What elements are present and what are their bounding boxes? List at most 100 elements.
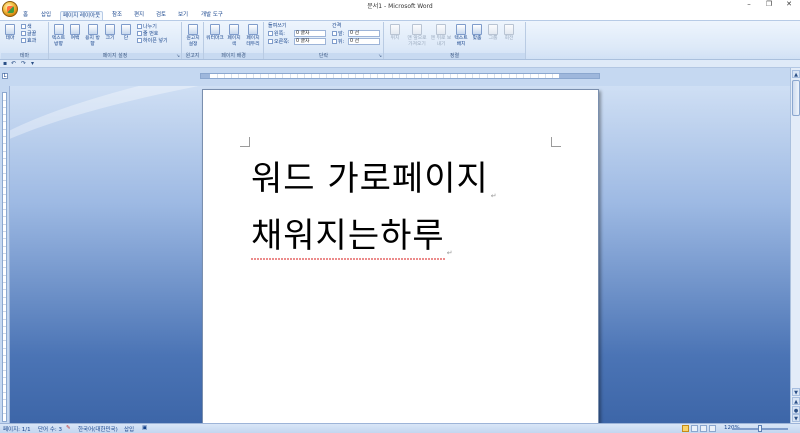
document-page[interactable]: 워드 가로페이지 ↵ 채워지는하루 ↵	[202, 89, 599, 423]
macro-record-icon[interactable]: ▣	[142, 425, 147, 431]
page-color-button[interactable]: 페이지 색	[226, 24, 242, 47]
document-line-2-text: 채워지는하루	[251, 216, 445, 256]
group-label-page-setup: 페이지 설정	[49, 53, 181, 59]
tab-selector-icon[interactable]: L	[2, 73, 8, 79]
size-button[interactable]: 크기	[103, 24, 117, 42]
group-button[interactable]: 그룹	[486, 24, 500, 42]
margins-label: 여백	[70, 36, 80, 41]
text-direction-icon	[53, 24, 64, 35]
spacing-after-text: 뒤:	[338, 39, 345, 45]
web-layout-icon[interactable]	[700, 425, 707, 432]
text-direction-button[interactable]: 텍스트 방향	[50, 24, 67, 47]
rotate-label: 회전	[504, 36, 514, 41]
spacing-before-input[interactable]: 0 선	[348, 30, 380, 37]
page-borders-button[interactable]: 페이지 테두리	[244, 24, 262, 47]
horizontal-ruler[interactable]	[200, 73, 600, 79]
position-button[interactable]: 위치	[386, 24, 404, 42]
group-page-setup: 텍스트 방향 여백 용지 방향 크기 단 나누기 줄 번호 하이픈 넣기 페이지…	[49, 22, 182, 59]
theme-colors-button[interactable]: 색	[21, 24, 32, 30]
redo-icon[interactable]: ↷	[21, 60, 26, 67]
orientation-button[interactable]: 용지 방향	[84, 24, 101, 47]
next-page-icon[interactable]: ▼	[792, 414, 800, 422]
line-numbers-button[interactable]: 줄 번호	[137, 31, 158, 37]
status-page[interactable]: 페이지: 1/1	[3, 425, 31, 433]
vertical-ruler	[0, 86, 10, 423]
group-label: 그룹	[488, 36, 498, 41]
tab-page-layout[interactable]: 페이지 레이아웃	[60, 11, 104, 20]
spacing-before-text: 앞:	[338, 31, 345, 37]
paragraph-launcher-icon[interactable]: ↘	[378, 54, 382, 59]
bring-front-label: 맨 앞으로 가져오기	[407, 36, 427, 47]
document-line-1[interactable]: 워드 가로페이지 ↵	[251, 151, 498, 200]
send-back-button[interactable]: 맨 뒤로 보내기	[430, 24, 452, 47]
save-icon[interactable]: ▪	[3, 60, 7, 67]
status-bar: 페이지: 1/1 단어 수: 3 ✎ 한국어(대한민국) 삽입 ▣ 120%	[0, 423, 800, 433]
group-manuscript: 원고지 설정 원고지	[182, 22, 204, 59]
minimize-button[interactable]: –	[744, 0, 754, 8]
spacing-title: 간격	[332, 23, 342, 29]
breaks-label: 나누기	[143, 24, 157, 30]
tab-mailings[interactable]: 편지	[134, 11, 144, 20]
manuscript-settings-button[interactable]: 원고지 설정	[184, 24, 202, 47]
tab-home[interactable]: 홈	[23, 11, 28, 20]
document-line-2[interactable]: 채워지는하루 ↵	[251, 208, 454, 260]
scroll-up-icon[interactable]: ▲	[792, 70, 800, 78]
line-numbers-icon	[137, 31, 142, 36]
restore-button[interactable]: ❐	[764, 0, 774, 8]
print-layout-view-icon[interactable]	[682, 425, 689, 432]
align-button[interactable]: 맞춤	[470, 24, 484, 42]
document-workspace: 워드 가로페이지 ↵ 채워지는하루 ↵	[10, 86, 790, 423]
scroll-down-icon[interactable]: ▼	[792, 388, 800, 396]
page-color-icon	[229, 24, 239, 35]
spacing-after-icon	[332, 39, 337, 44]
prev-page-icon[interactable]: ▲	[792, 397, 800, 405]
hyphenation-button[interactable]: 하이픈 넣기	[137, 38, 168, 44]
group-arrange: 위치 맨 앞으로 가져오기 맨 뒤로 보내기 텍스트 배치 맞춤 그룹 회전 정…	[384, 22, 526, 59]
ruler-right-margin	[559, 74, 599, 78]
hyphenation-icon	[137, 38, 142, 43]
ribbon: 테마 색 글꼴 효과 테마 텍스트 방향 여백 용지 방향 크기 단 나누기 줄…	[0, 20, 800, 60]
zoom-slider-knob[interactable]	[758, 425, 762, 432]
margins-icon	[70, 24, 80, 35]
paragraph-mark-icon: ↵	[490, 192, 498, 200]
full-screen-reading-icon[interactable]	[691, 425, 698, 432]
theme-fonts-button[interactable]: 글꼴	[21, 31, 36, 37]
scroll-thumb[interactable]	[792, 80, 800, 116]
themes-button[interactable]: 테마	[3, 24, 17, 42]
outline-view-icon[interactable]	[709, 425, 716, 432]
tab-references[interactable]: 참조	[112, 11, 122, 20]
spacing-after-input[interactable]: 0 선	[348, 38, 380, 45]
tab-review[interactable]: 검토	[156, 11, 166, 20]
rotate-button[interactable]: 회전	[502, 24, 516, 42]
watermark-button[interactable]: 워터마크	[206, 24, 224, 42]
text-direction-label: 텍스트 방향	[51, 36, 66, 47]
status-words[interactable]: 단어 수: 3	[38, 425, 62, 433]
tab-developer[interactable]: 개발 도구	[201, 11, 223, 20]
bring-front-button[interactable]: 맨 앞으로 가져오기	[405, 24, 429, 47]
close-button[interactable]: ✕	[784, 0, 794, 8]
columns-icon	[121, 24, 131, 35]
tab-view[interactable]: 보기	[178, 11, 188, 20]
status-language[interactable]: 한국어(대한민국)	[78, 425, 118, 433]
breaks-icon	[137, 24, 142, 29]
undo-icon[interactable]: ↶	[11, 60, 16, 67]
status-insert-mode[interactable]: 삽입	[124, 425, 134, 433]
text-wrap-button[interactable]: 텍스트 배치	[453, 24, 469, 47]
margins-button[interactable]: 여백	[68, 24, 82, 42]
theme-effects-button[interactable]: 효과	[21, 38, 36, 44]
indent-right-input[interactable]: 0 글자	[294, 38, 326, 45]
vertical-scrollbar[interactable]: ▲ ▼ ▲ ● ▼	[790, 68, 800, 423]
zoom-slider[interactable]	[732, 425, 788, 432]
proofing-icon[interactable]: ✎	[66, 425, 71, 431]
columns-button[interactable]: 단	[119, 24, 133, 42]
send-back-icon	[436, 24, 446, 35]
send-back-label: 맨 뒤로 보내기	[430, 36, 452, 47]
bring-front-icon	[412, 24, 422, 35]
breaks-button[interactable]: 나누기	[137, 24, 157, 30]
tab-insert[interactable]: 삽입	[41, 11, 51, 20]
indent-left-input[interactable]: 0 글자	[294, 30, 326, 37]
browse-object-icon[interactable]: ●	[792, 406, 800, 414]
customize-qat-icon[interactable]: ▾	[31, 60, 34, 67]
page-setup-launcher-icon[interactable]: ↘	[176, 54, 180, 59]
office-button[interactable]	[2, 1, 18, 17]
